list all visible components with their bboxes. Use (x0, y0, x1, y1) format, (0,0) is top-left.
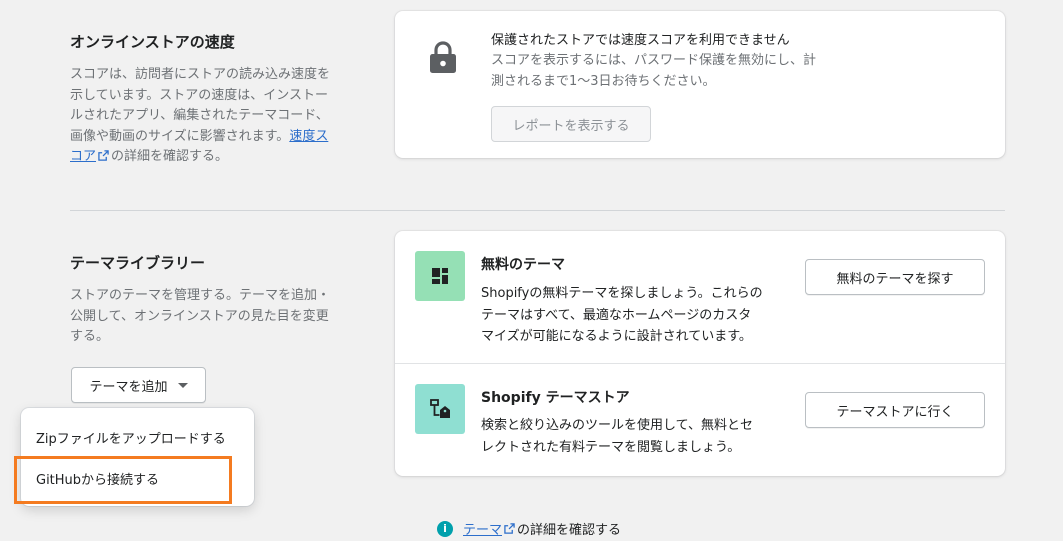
free-themes-description: Shopifyの無料テーマを探しましょう。これらの テーマはすべて、最適なホーム… (481, 286, 763, 344)
view-report-button[interactable]: レポートを表示する (491, 106, 651, 142)
speed-section-title: オンラインストアの速度 (70, 33, 235, 51)
speed-section-description: スコアは、訪問者にストアの読み込み速度を 示しています。ストアの速度は、インスト… (70, 67, 331, 164)
store-tag-icon (430, 399, 450, 418)
info-icon: i (437, 520, 453, 537)
theme-store-title: Shopify テーマストア (481, 390, 630, 406)
theme-store-thumbnail (415, 384, 465, 434)
add-theme-label: テーマを追加 (89, 379, 168, 395)
library-section-description: ストアのテーマを管理する。テーマを追加・ 公開して、オンラインストアの見た目を変… (70, 288, 331, 344)
speed-card-description: スコアを表示するには、パスワード保護を無効にし、計 測されるまで1〜3日お待ちく… (491, 53, 817, 89)
highlight-box (14, 456, 232, 504)
go-to-theme-store-button[interactable]: テーマストアに行く (805, 392, 985, 428)
external-link-icon (504, 523, 515, 534)
row-divider (395, 363, 1005, 364)
footer-help: i テーマ の詳細を確認する (437, 519, 621, 538)
lock-icon (430, 41, 456, 73)
speed-card-title: 保護されたストアでは速度スコアを利用できません (491, 33, 790, 48)
themes-help-link[interactable]: テーマ (463, 519, 502, 538)
layout-icon (432, 268, 448, 284)
theme-store-description: 検索と絞り込みのツールを使用して、無料とセ レクトされた有料テーマを閲覧しましょ… (481, 418, 753, 455)
section-divider (70, 210, 1005, 211)
caret-down-icon (177, 382, 188, 388)
external-link-icon (98, 150, 109, 161)
explore-free-themes-button[interactable]: 無料のテーマを探す (805, 259, 985, 295)
menu-item-upload-zip[interactable]: Zipファイルをアップロードする (36, 428, 226, 447)
add-theme-button[interactable]: テーマを追加 (71, 367, 206, 403)
footer-text: の詳細を確認する (517, 523, 622, 538)
free-themes-title: 無料のテーマ (481, 257, 565, 273)
library-section-title: テーマライブラリー (70, 254, 206, 272)
free-themes-thumbnail (415, 251, 465, 301)
